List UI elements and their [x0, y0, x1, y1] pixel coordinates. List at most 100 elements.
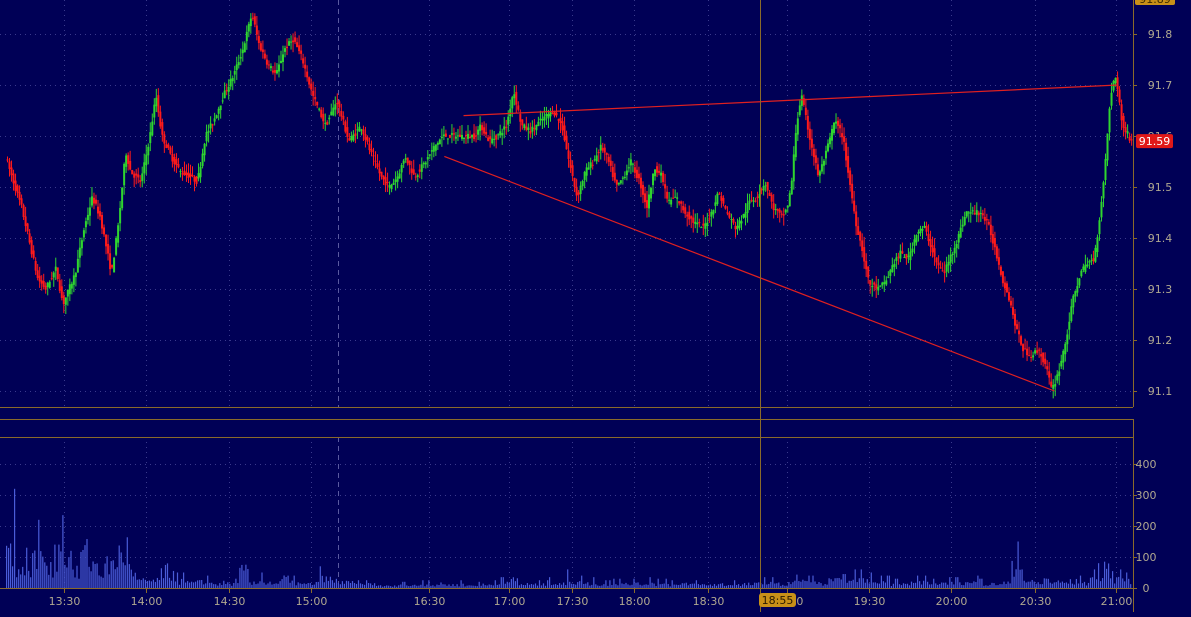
candle-body: [109, 253, 112, 270]
candle-body: [1092, 258, 1095, 262]
candle-body: [933, 248, 936, 257]
volume-bar: [842, 574, 844, 588]
candle-body: [310, 83, 313, 90]
candle-body: [259, 43, 262, 51]
candle-body: [86, 214, 89, 221]
candle-body: [88, 207, 91, 216]
volume-bar: [156, 577, 158, 588]
candle-body: [559, 117, 562, 124]
volume-bar: [516, 578, 518, 588]
volume-bar: [816, 583, 818, 588]
volume-bar: [432, 585, 434, 588]
candle-body: [1096, 237, 1099, 252]
volume-bar: [985, 585, 987, 588]
volume-bar: [249, 582, 251, 588]
volume-bar: [1023, 580, 1025, 588]
volume-bar: [482, 583, 484, 588]
volume-bar: [884, 582, 886, 588]
volume-bar: [1124, 581, 1126, 588]
volume-bar: [438, 585, 440, 588]
volume-bar: [987, 585, 989, 588]
candle-body: [959, 227, 962, 238]
volume-bar: [277, 583, 279, 588]
volume-bar: [949, 577, 951, 588]
candle-body: [658, 170, 661, 173]
candle-body: [861, 240, 864, 251]
candle-body: [432, 146, 435, 152]
volume-bar: [727, 585, 730, 588]
candle-body: [1094, 247, 1097, 262]
candle-body: [32, 250, 35, 258]
volume-bar: [766, 584, 768, 588]
volume-bar: [921, 584, 923, 588]
price-tick-label: 91.3: [1148, 283, 1173, 296]
candle-body: [40, 280, 43, 284]
volume-bar: [1035, 583, 1037, 588]
volume-bar: [673, 584, 675, 588]
volume-bar: [80, 551, 82, 588]
candle-body: [752, 200, 755, 202]
volume-bar: [603, 584, 605, 588]
candle-body: [913, 239, 916, 246]
volume-bar: [1104, 561, 1106, 588]
time-tick-label: 20:00: [936, 595, 968, 608]
volume-bar: [255, 584, 257, 588]
volume-bar: [366, 580, 368, 588]
candle-body: [493, 138, 496, 140]
candle-body: [185, 172, 188, 176]
volume-bar: [378, 585, 380, 588]
candle-body: [155, 97, 158, 107]
candle-body: [239, 57, 242, 59]
volume-bar: [832, 581, 834, 588]
candle-body: [917, 231, 920, 234]
volume-bar: [191, 581, 193, 588]
candle-body: [497, 134, 500, 136]
volume-bar: [1120, 569, 1122, 588]
candle-body: [581, 180, 584, 187]
volume-bar: [639, 584, 641, 588]
volume-bar: [991, 582, 993, 588]
volume-bar: [512, 577, 514, 588]
candle-body: [778, 209, 781, 213]
volume-bar: [806, 581, 808, 588]
candle-body: [680, 201, 683, 204]
volume-bar: [890, 586, 892, 588]
volume-bar: [313, 584, 315, 588]
volume-bar: [631, 584, 633, 588]
volume-bar: [534, 583, 537, 588]
candle-body: [744, 212, 747, 218]
volume-bar: [846, 582, 848, 588]
candle-body: [650, 188, 653, 199]
volume-bar: [1110, 578, 1112, 588]
volume-bar: [283, 575, 285, 588]
volume-bar: [685, 582, 687, 588]
volume-bar: [372, 585, 374, 588]
volume-bar: [140, 580, 142, 588]
volume-bar: [506, 581, 508, 588]
candle-body: [328, 117, 331, 120]
candle-body: [995, 246, 998, 259]
candle-body: [907, 255, 910, 257]
candle-body: [565, 135, 568, 150]
candle-body: [203, 143, 206, 156]
candle-body: [929, 238, 932, 247]
volume-bar: [561, 584, 563, 588]
volume-bar: [917, 575, 919, 588]
volume-bar: [122, 562, 124, 588]
volume-bar: [563, 582, 565, 588]
volume-bar: [321, 575, 323, 588]
volume-bar: [132, 576, 134, 588]
candle-body: [288, 41, 291, 46]
candle-body: [1122, 115, 1125, 128]
candle-body: [94, 199, 97, 204]
volume-bar: [112, 560, 114, 588]
candle-body: [26, 223, 29, 232]
volume-bar: [856, 582, 858, 588]
candle-body: [837, 120, 840, 126]
volume-bar: [492, 585, 494, 588]
candle-body: [720, 195, 723, 201]
volume-bar: [72, 569, 74, 588]
volume-tick-label: 200: [1136, 520, 1157, 533]
candle-body: [207, 130, 210, 133]
candle-body: [485, 131, 488, 135]
